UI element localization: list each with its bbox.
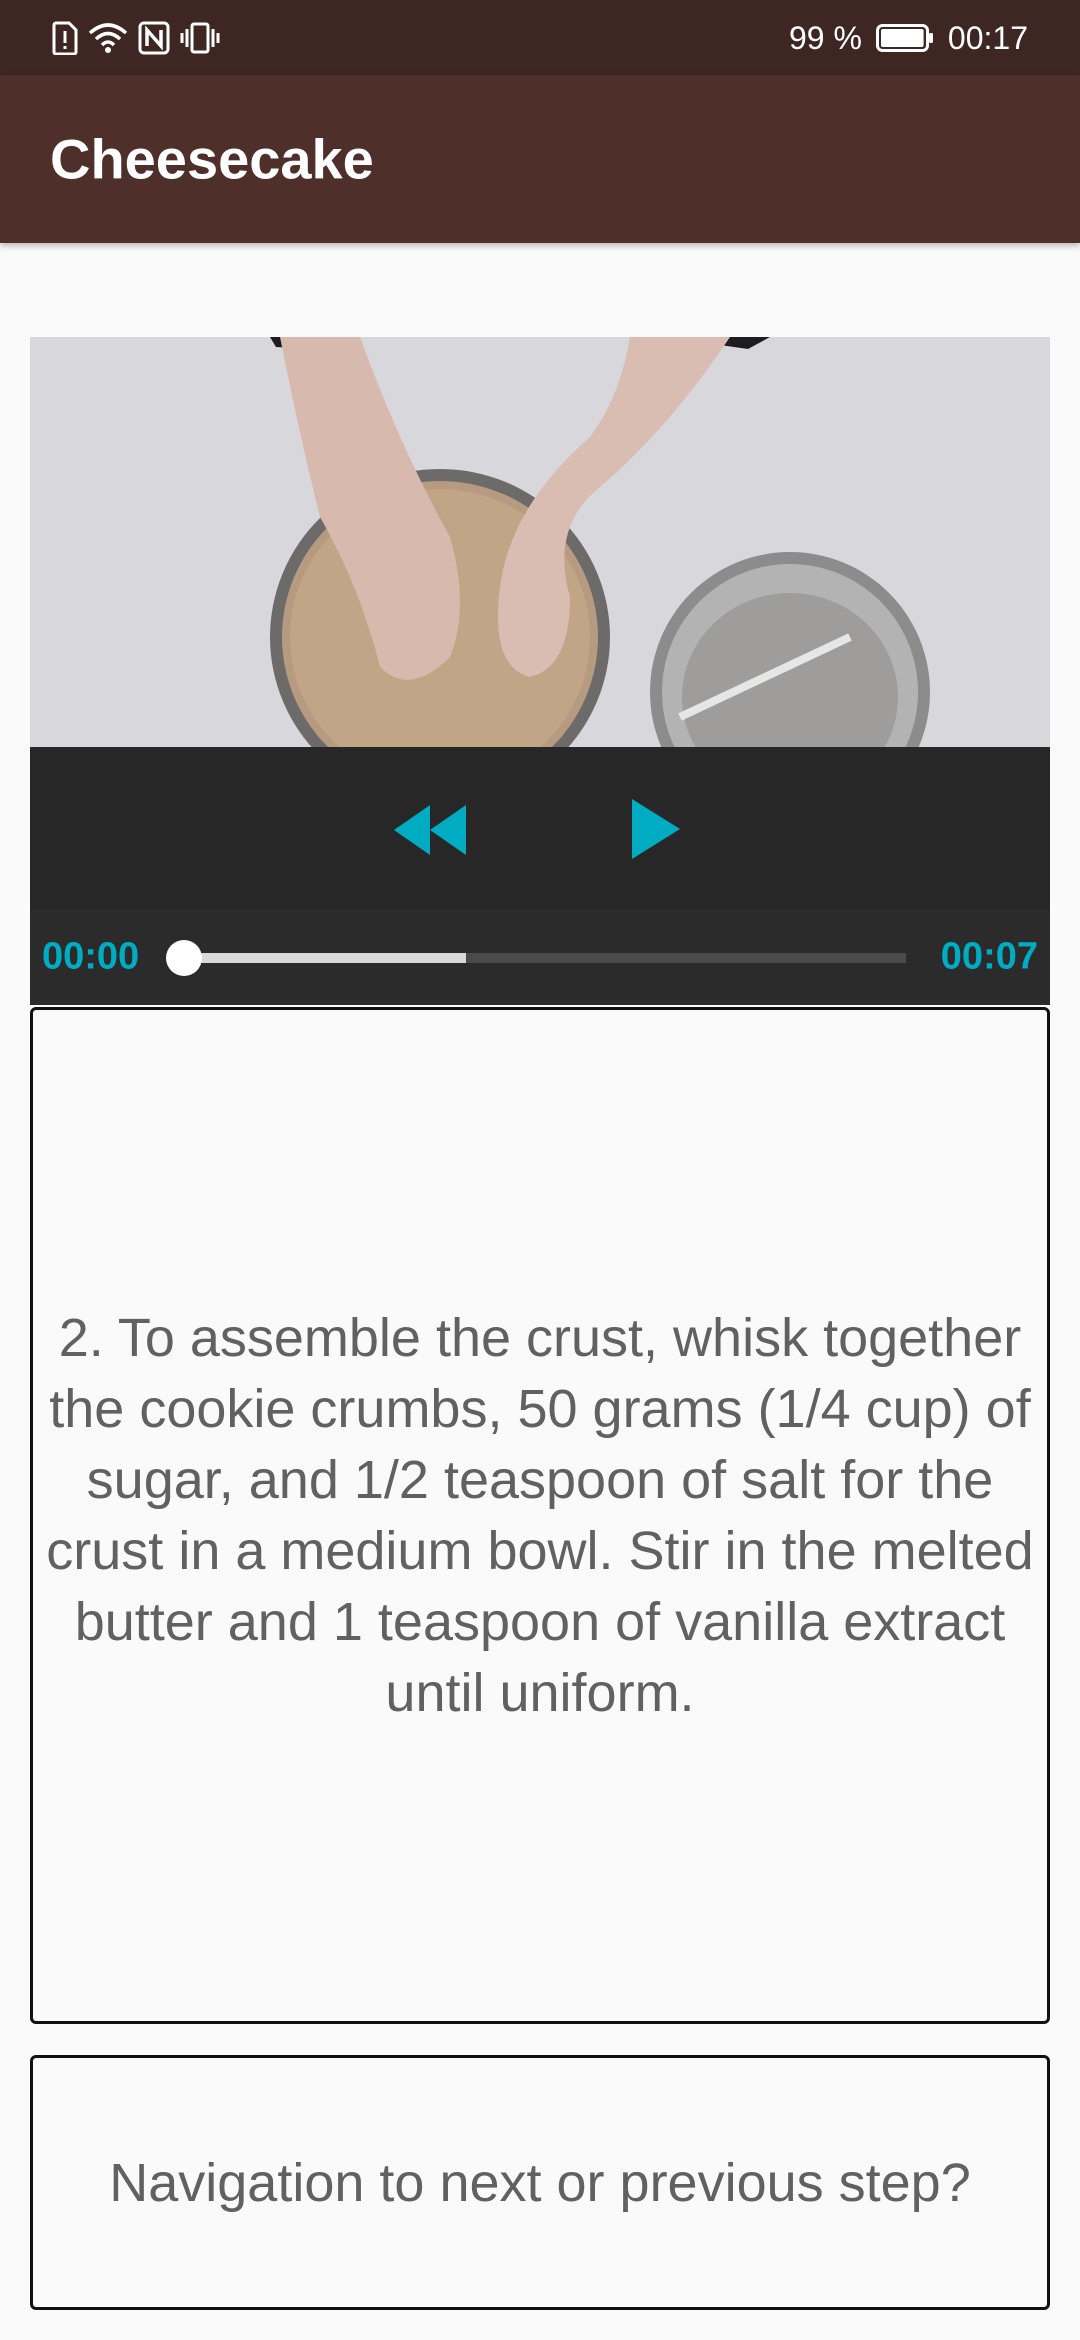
buffered-progress <box>184 953 466 963</box>
status-icons-left <box>52 18 220 58</box>
playback-controls <box>30 747 1050 909</box>
page-title: Cheesecake <box>50 127 374 191</box>
step-navigation-label: Navigation to next or previous step? <box>109 2152 971 2213</box>
app-bar: Cheesecake <box>0 75 1080 243</box>
total-time: 00:07 <box>940 935 1038 978</box>
status-bar: 99 % 00:17 <box>0 0 1080 75</box>
step-description: 2. To assemble the crust, whisk together… <box>46 1307 1034 1723</box>
current-time: 00:00 <box>42 935 140 978</box>
step-description-box: 2. To assemble the crust, whisk together… <box>30 1007 1050 2024</box>
video-player[interactable]: 00:00 00:07 <box>30 337 1050 1005</box>
vibrate-icon <box>180 22 220 54</box>
battery-percent: 99 % <box>788 19 862 56</box>
video-frame[interactable] <box>30 337 1050 747</box>
seek-track[interactable] <box>166 940 906 976</box>
progress-bar: 00:00 00:07 <box>30 909 1050 1005</box>
wifi-icon <box>88 23 128 53</box>
seek-thumb[interactable] <box>166 940 202 976</box>
nfc-icon <box>138 21 170 55</box>
sim-alert-icon <box>52 21 78 55</box>
status-icons-right: 99 % 00:17 <box>789 18 1028 58</box>
clock: 00:17 <box>947 19 1028 56</box>
step-navigation-button[interactable]: Navigation to next or previous step? <box>30 2055 1050 2310</box>
battery-icon <box>875 24 933 52</box>
play-icon[interactable] <box>628 797 684 861</box>
rewind-icon[interactable] <box>392 803 468 857</box>
